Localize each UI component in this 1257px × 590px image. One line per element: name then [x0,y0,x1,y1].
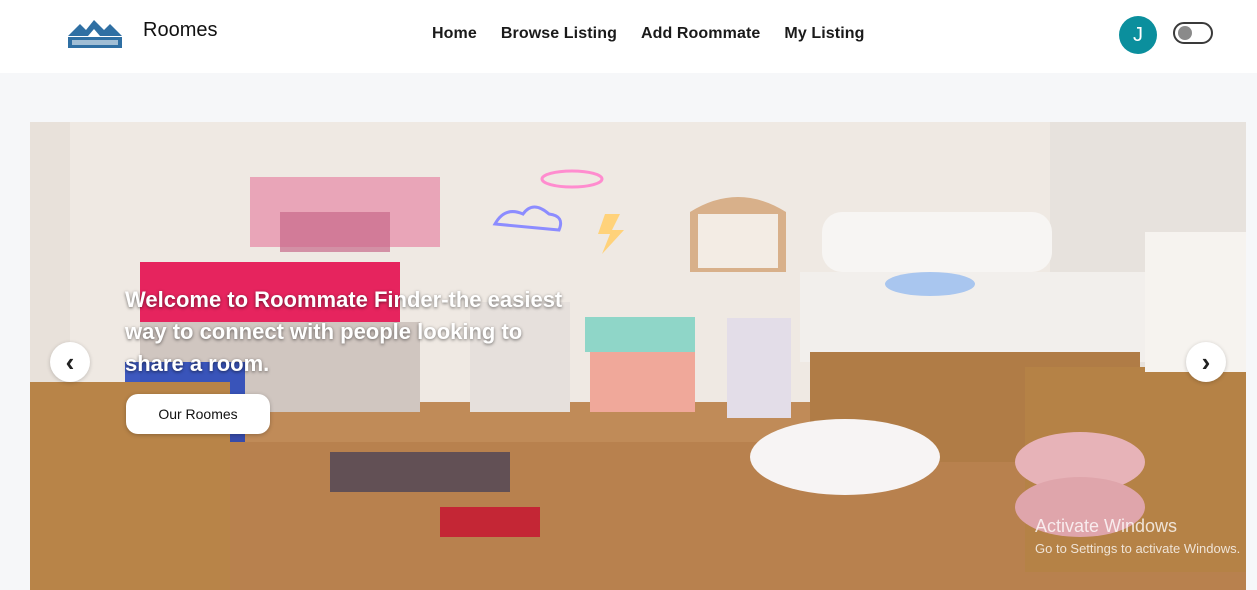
our-roomes-button[interactable]: Our Roomes [126,394,270,434]
hero-carousel: Welcome to Roommate Finder-the easiest w… [30,122,1246,590]
activate-windows-watermark: Activate Windows Go to Settings to activ… [1035,516,1240,556]
carousel-next-button[interactable]: › [1186,342,1226,382]
nav-link-my-listing[interactable]: My Listing [784,25,864,43]
hero-headline: Welcome to Roommate Finder-the easiest w… [125,287,563,376]
chevron-left-icon: ‹ [65,347,75,377]
brand-name[interactable]: Roomes [143,19,217,42]
watermark-subtitle: Go to Settings to activate Windows. [1035,541,1241,556]
carousel-prev-button[interactable]: ‹ [50,342,90,382]
theme-toggle[interactable] [1173,22,1213,44]
navbar: Roomes Home Browse Listing Add Roommate … [0,0,1257,73]
chevron-right-icon: › [1201,347,1211,377]
nav-link-add-roommate[interactable]: Add Roommate [641,25,760,43]
user-avatar[interactable]: J [1119,16,1157,54]
nav-link-home[interactable]: Home [432,25,477,43]
nav-link-browse-listing[interactable]: Browse Listing [501,25,617,43]
watermark-title: Activate Windows [1035,516,1178,536]
main-nav: Home Browse Listing Add Roommate My List… [432,25,865,43]
roommates-logo-icon[interactable] [66,16,124,50]
toggle-knob-icon [1178,26,1192,40]
